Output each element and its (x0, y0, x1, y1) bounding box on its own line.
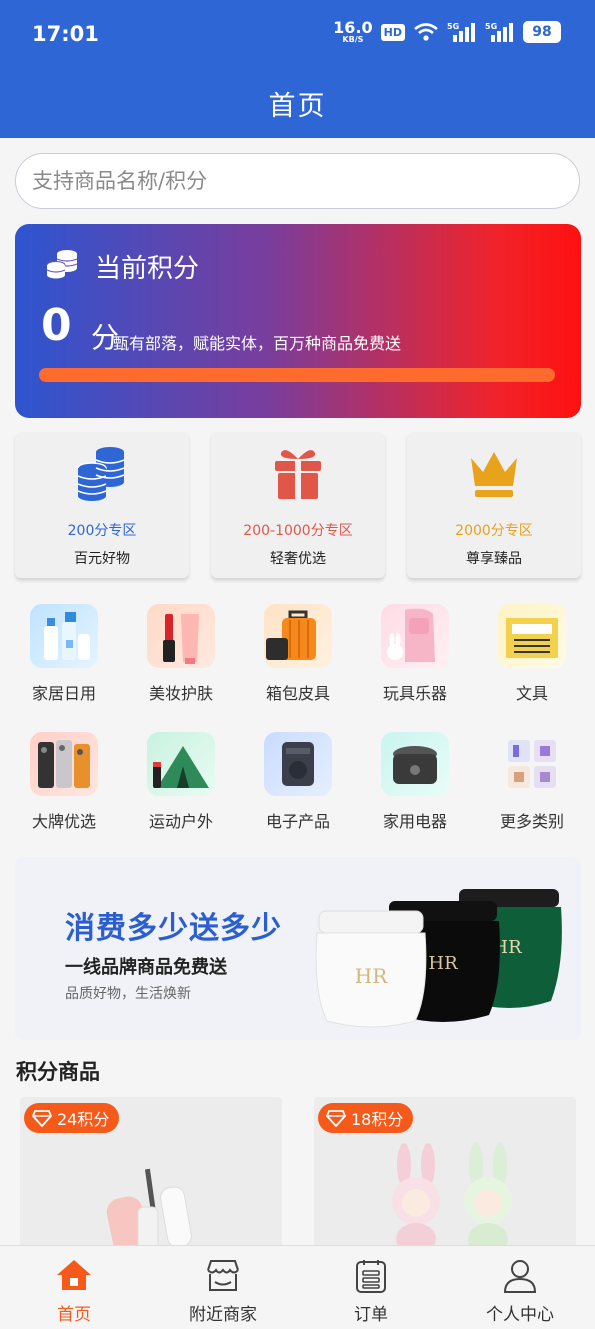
more-grid-icon (498, 732, 566, 796)
points-badge: 24积分 (24, 1103, 120, 1133)
search-input[interactable] (16, 154, 579, 208)
banner-subtitle: 一线品牌商品免费送 (65, 957, 227, 978)
product-card[interactable]: 24积分 (20, 1097, 282, 1257)
store-icon (207, 1260, 239, 1291)
phones-icon (30, 732, 98, 796)
suitcase-icon (264, 604, 332, 668)
backpack-icon (381, 604, 449, 668)
category-electronics[interactable]: 电子产品 (253, 732, 343, 832)
diamond-icon (32, 1110, 52, 1127)
plush-toys-image (392, 1143, 512, 1255)
tab-home[interactable]: 首页 (0, 1246, 148, 1329)
crown-icon (471, 452, 517, 497)
battery-icon: 98 (523, 21, 561, 43)
hd-icon: HD (380, 23, 405, 41)
category-stationery[interactable]: 文具 (487, 604, 577, 704)
network-speed: 16.0 KB/S (333, 20, 372, 44)
zone-200-1000[interactable]: 200-1000分专区 轻奢优选 (211, 432, 385, 578)
tent-icon (147, 732, 215, 796)
banner-note: 品质好物，生活焕新 (65, 986, 191, 1002)
category-luggage[interactable]: 箱包皮具 (253, 604, 343, 704)
promo-banner[interactable]: 消费多少送多少 一线品牌商品免费送 品质好物，生活焕新 HR HR HR (15, 857, 581, 1040)
zone-name: 轻奢优选 (270, 551, 326, 567)
zone-name: 尊享臻品 (466, 551, 522, 567)
network-speed-value: 16.0 (333, 18, 373, 37)
points-card[interactable]: 当前积分 0 分 甄有部落，赋能实体，百万种商品免费送 (15, 224, 581, 418)
zone-range: 200-1000分专区 (243, 523, 353, 539)
category-brands[interactable]: 大牌优选 (19, 732, 109, 832)
tab-label: 附近商家 (189, 1305, 257, 1325)
category-label: 家用电器 (382, 812, 447, 831)
tab-label: 订单 (354, 1305, 388, 1325)
category-label: 文具 (515, 684, 548, 703)
home-icon (57, 1260, 91, 1290)
svg-text:5G: 5G (447, 22, 459, 31)
points-title: 当前积分 (95, 254, 200, 284)
svg-text:HR: HR (428, 953, 458, 974)
order-list-icon (356, 1260, 386, 1293)
status-time: 17:01 (32, 22, 99, 46)
gift-box-icon (275, 450, 321, 499)
category-outdoor[interactable]: 运动户外 (136, 732, 226, 832)
points-badge: 18积分 (318, 1103, 414, 1133)
points-badge-text: 24积分 (57, 1110, 110, 1129)
network-speed-unit: KB/S (342, 35, 364, 44)
category-label: 美妆护肤 (148, 684, 213, 703)
page-title: 首页 (268, 91, 327, 122)
diamond-icon (326, 1110, 346, 1127)
top-bar: 17:01 16.0 KB/S HD 5G 5G 98 首页 (0, 0, 595, 138)
selfie-stick-image (106, 1168, 192, 1257)
zone-range: 200分专区 (67, 523, 137, 539)
category-label: 电子产品 (265, 812, 330, 831)
user-icon (503, 1260, 537, 1293)
cleaning-bottles-icon (30, 604, 98, 668)
signal-5g-icon: 5G (447, 22, 475, 42)
bottom-tab-bar: 首页 附近商家 订单 个人中心 (0, 1245, 595, 1329)
category-label: 箱包皮具 (265, 684, 330, 703)
stationery-icon (498, 604, 566, 668)
category-label: 玩具乐器 (382, 684, 447, 703)
category-toys[interactable]: 玩具乐器 (370, 604, 460, 704)
section-title: 积分商品 (16, 1060, 100, 1084)
signal-5g-icon-2: 5G (485, 22, 513, 42)
coins-icon (46, 250, 78, 279)
cosmetics-icon (147, 604, 215, 668)
points-progress-bar (39, 368, 555, 382)
status-icons: 16.0 KB/S HD 5G 5G 98 (333, 20, 561, 44)
tab-profile[interactable]: 个人中心 (446, 1246, 594, 1329)
category-cosmetics[interactable]: 美妆护肤 (136, 604, 226, 704)
svg-text:5G: 5G (485, 22, 497, 31)
speaker-icon (264, 732, 332, 796)
search-box[interactable] (15, 153, 580, 209)
zone-name: 百元好物 (74, 551, 130, 567)
wifi-icon (414, 23, 438, 41)
zone-range: 2000分专区 (455, 523, 533, 539)
cream-jars-image: HR HR HR (315, 889, 562, 1028)
category-label: 更多类别 (499, 812, 564, 831)
points-value: 0 (41, 300, 72, 351)
points-zones: 200分专区 百元好物 200-1000分专区 轻奢优选 2000分专区 尊享臻… (15, 432, 581, 580)
category-more[interactable]: 更多类别 (487, 732, 577, 832)
zone-2000[interactable]: 2000分专区 尊享臻品 (407, 432, 581, 578)
svg-text:HR: HR (355, 964, 388, 988)
zone-200[interactable]: 200分专区 百元好物 (15, 432, 189, 578)
banner-title: 消费多少送多少 (65, 911, 282, 946)
category-label: 大牌优选 (31, 812, 96, 831)
category-appliances[interactable]: 家用电器 (370, 732, 460, 832)
tab-label: 首页 (57, 1305, 91, 1325)
product-card[interactable]: 18积分 (314, 1097, 576, 1257)
rice-cooker-icon (381, 732, 449, 796)
tab-orders[interactable]: 订单 (297, 1246, 445, 1329)
category-label: 家居日用 (31, 684, 96, 703)
points-badge-text: 18积分 (351, 1110, 404, 1129)
coins-stack-icon (77, 447, 125, 501)
tab-label: 个人中心 (486, 1305, 554, 1325)
category-home-goods[interactable]: 家居日用 (19, 604, 109, 704)
points-slogan: 甄有部落，赋能实体，百万种商品免费送 (113, 334, 402, 353)
category-label: 运动户外 (148, 812, 213, 831)
tab-nearby-merchants[interactable]: 附近商家 (149, 1246, 297, 1329)
